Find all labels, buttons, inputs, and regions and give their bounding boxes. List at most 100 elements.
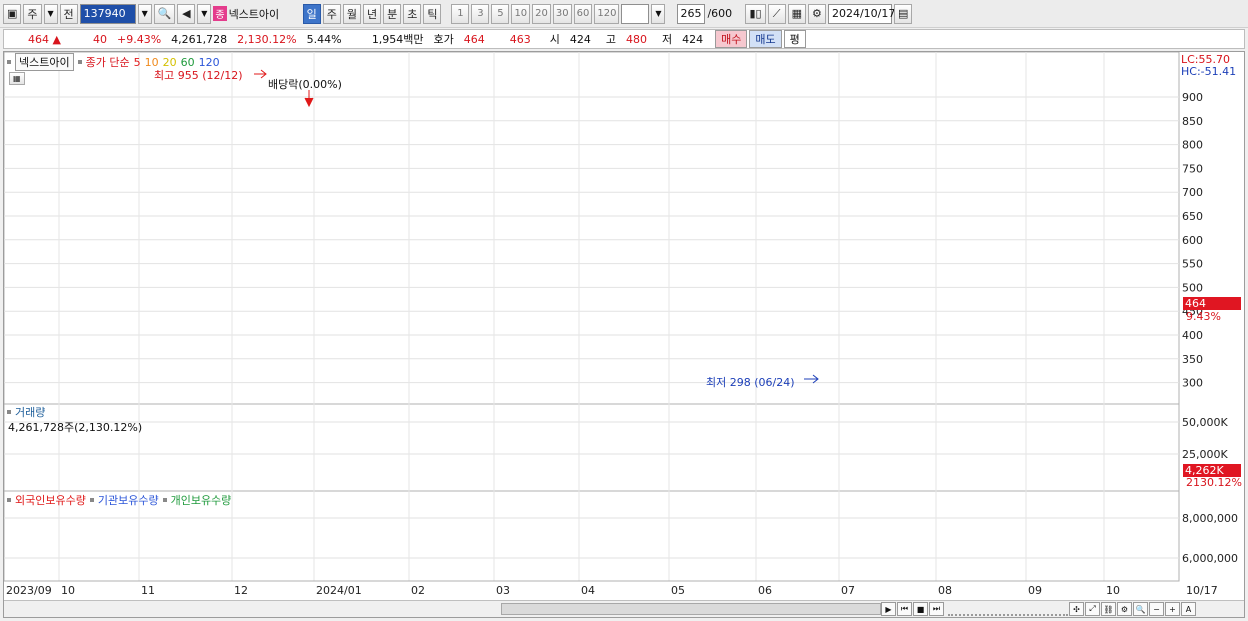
high-label: 고 [605, 33, 617, 46]
open-price: 424 [569, 32, 591, 46]
high-price: 480 [626, 32, 648, 46]
period-year[interactable]: 년 [362, 3, 382, 24]
dividend-annotation: 배당락(0.00%) [268, 78, 342, 91]
scroll-right-icon[interactable]: ▶ [881, 602, 896, 616]
trend-line-icon[interactable]: ⟋ [767, 3, 786, 24]
ask-price-2: 463 [509, 32, 531, 46]
interval-120[interactable]: 120 [594, 3, 620, 24]
bar-count-input[interactable]: 265 [677, 3, 706, 24]
price-panel [4, 52, 1180, 405]
price-tick-label: 800 [1182, 139, 1203, 152]
price-tick-label: 500 [1182, 281, 1203, 294]
chevron-down-icon[interactable]: ▼ [43, 3, 58, 24]
x-axis-label: 10/17 [1186, 584, 1218, 597]
chart-settings-icon[interactable]: ⚙ [1117, 602, 1132, 616]
interval-3[interactable]: 3 [471, 3, 490, 24]
x-axis-label: 10 [1106, 584, 1120, 597]
price-tick-label: 350 [1182, 353, 1203, 366]
period-second[interactable]: 초 [403, 3, 422, 24]
period-week[interactable]: 주 [322, 3, 341, 24]
x-axis-label: 05 [671, 584, 685, 597]
price-change-pct: +9.43% [117, 32, 162, 46]
table-toggle-icon[interactable]: ▦ [9, 72, 25, 85]
x-axis-label: 11 [141, 584, 155, 597]
x-axis-label: 2023/09 [6, 584, 52, 597]
stop-icon[interactable]: ■ [913, 602, 928, 616]
interval-1[interactable]: 1 [451, 3, 470, 24]
sell-button[interactable]: 매도 [749, 30, 782, 48]
text-tool-icon[interactable]: A [1181, 602, 1196, 616]
code-dropdown-icon[interactable]: ▼ [137, 3, 152, 24]
price-tick-label: 650 [1182, 210, 1203, 223]
market-select[interactable]: 주 [23, 3, 42, 24]
zoom-icon[interactable]: 🔍 [1133, 602, 1148, 616]
date-input[interactable]: 2024/10/17 [827, 3, 895, 24]
open-label: 시 [549, 33, 560, 46]
scroll-thumb[interactable] [501, 603, 881, 615]
ask-price-1: 464 [463, 32, 485, 46]
interval-10[interactable]: 10 [511, 3, 531, 24]
chart-navigation-bar: ▶ ⏮ ■ ⏭ ✣ ⤢ ⛓ ⚙ 🔍 − + A [4, 600, 1244, 617]
interval-dropdown-icon[interactable]: ▼ [651, 3, 666, 24]
search-icon[interactable]: 🔍 [153, 3, 176, 24]
legend-institution-holdings: 기관보유수량 [97, 494, 159, 507]
price-tick-label: 300 [1182, 377, 1203, 390]
legend-marker [7, 410, 11, 414]
price-tick-label: 400 [1182, 329, 1203, 342]
stock-chart[interactable]: 9008508007507006506005505004504003503005… [4, 52, 1244, 600]
turnover-rate: 5.44% [306, 32, 342, 46]
candle-type-icon[interactable]: ▮▯ [745, 3, 766, 24]
current-price: 464 ▲ [28, 32, 61, 46]
last-price-tag: 464 [1183, 297, 1241, 310]
x-axis-label: 10 [61, 584, 75, 597]
stock-code-input[interactable]: 137940 [79, 3, 136, 24]
calendar-icon[interactable]: ▤ [893, 3, 913, 24]
window-layout-icon[interactable]: ▣ [3, 3, 22, 24]
prev-button[interactable]: 전 [59, 3, 78, 24]
x-axis-label: 04 [581, 584, 595, 597]
interval-5[interactable]: 5 [491, 3, 510, 24]
legend-stock-name[interactable]: 넥스트아이 [15, 53, 74, 71]
save-icon[interactable]: ▦ [787, 3, 806, 24]
period-minute[interactable]: 분 [383, 3, 402, 24]
x-axis-label: 09 [1028, 584, 1042, 597]
zoom-out-icon[interactable]: − [1149, 602, 1164, 616]
scroll-start-icon[interactable]: ⏮ [897, 602, 912, 616]
speaker-icon[interactable]: ◀ [177, 3, 196, 24]
buy-button[interactable]: 매수 [715, 30, 748, 48]
custom-interval-input[interactable] [621, 3, 650, 24]
crosshair-icon[interactable]: ✣ [1069, 602, 1084, 616]
high-arrow [254, 69, 267, 79]
x-axis-label: 2024/01 [316, 584, 362, 597]
speaker-dropdown-icon[interactable]: ▼ [197, 3, 212, 24]
dividend-arrow [304, 90, 314, 108]
period-tick[interactable]: 틱 [423, 3, 442, 24]
volume-pct: 2,130.12% [237, 32, 297, 46]
scroll-end-icon[interactable]: ⏭ [929, 602, 944, 616]
legend-marker [77, 60, 82, 64]
interval-20[interactable]: 20 [532, 3, 551, 24]
chart-area[interactable]: 900 850 800 750 700 650 600 550 500 450 400 350 300 5… [3, 51, 1245, 618]
link-icon[interactable]: ⛓ [1101, 602, 1116, 616]
price-tick-label: 700 [1182, 186, 1203, 199]
period-day[interactable]: 일 [302, 3, 321, 24]
legend-ma-5: 5 [133, 55, 141, 69]
zoom-slider[interactable] [948, 602, 1068, 616]
high-annotation: 최고 955 (12/12) [154, 69, 243, 82]
volume-title: 거래량 [15, 406, 46, 419]
volume-tick-label: 50,000K [1182, 416, 1228, 429]
gear-icon[interactable]: ⚙ [807, 3, 826, 24]
volume-legend: 거래량 [7, 404, 45, 420]
interval-30[interactable]: 30 [552, 3, 572, 24]
price-tick-label: 900 [1182, 91, 1203, 104]
interval-60[interactable]: 60 [573, 3, 593, 24]
x-axis-label: 03 [496, 584, 510, 597]
toolbar: ▣ 주 ▼ 전 137940 ▼ 🔍 ◀ ▼ 종 넥스트아이 일 주 월 년 분… [0, 0, 1248, 28]
holdings-tick-label: 6,000,000 [1182, 552, 1238, 565]
x-axis-label: 12 [234, 584, 248, 597]
zoom-in-icon[interactable]: + [1165, 602, 1180, 616]
expand-icon[interactable]: ⤢ [1085, 602, 1100, 616]
flat-button[interactable]: 평 [783, 30, 806, 48]
x-axis-label: 06 [758, 584, 772, 597]
period-month[interactable]: 월 [342, 3, 361, 24]
